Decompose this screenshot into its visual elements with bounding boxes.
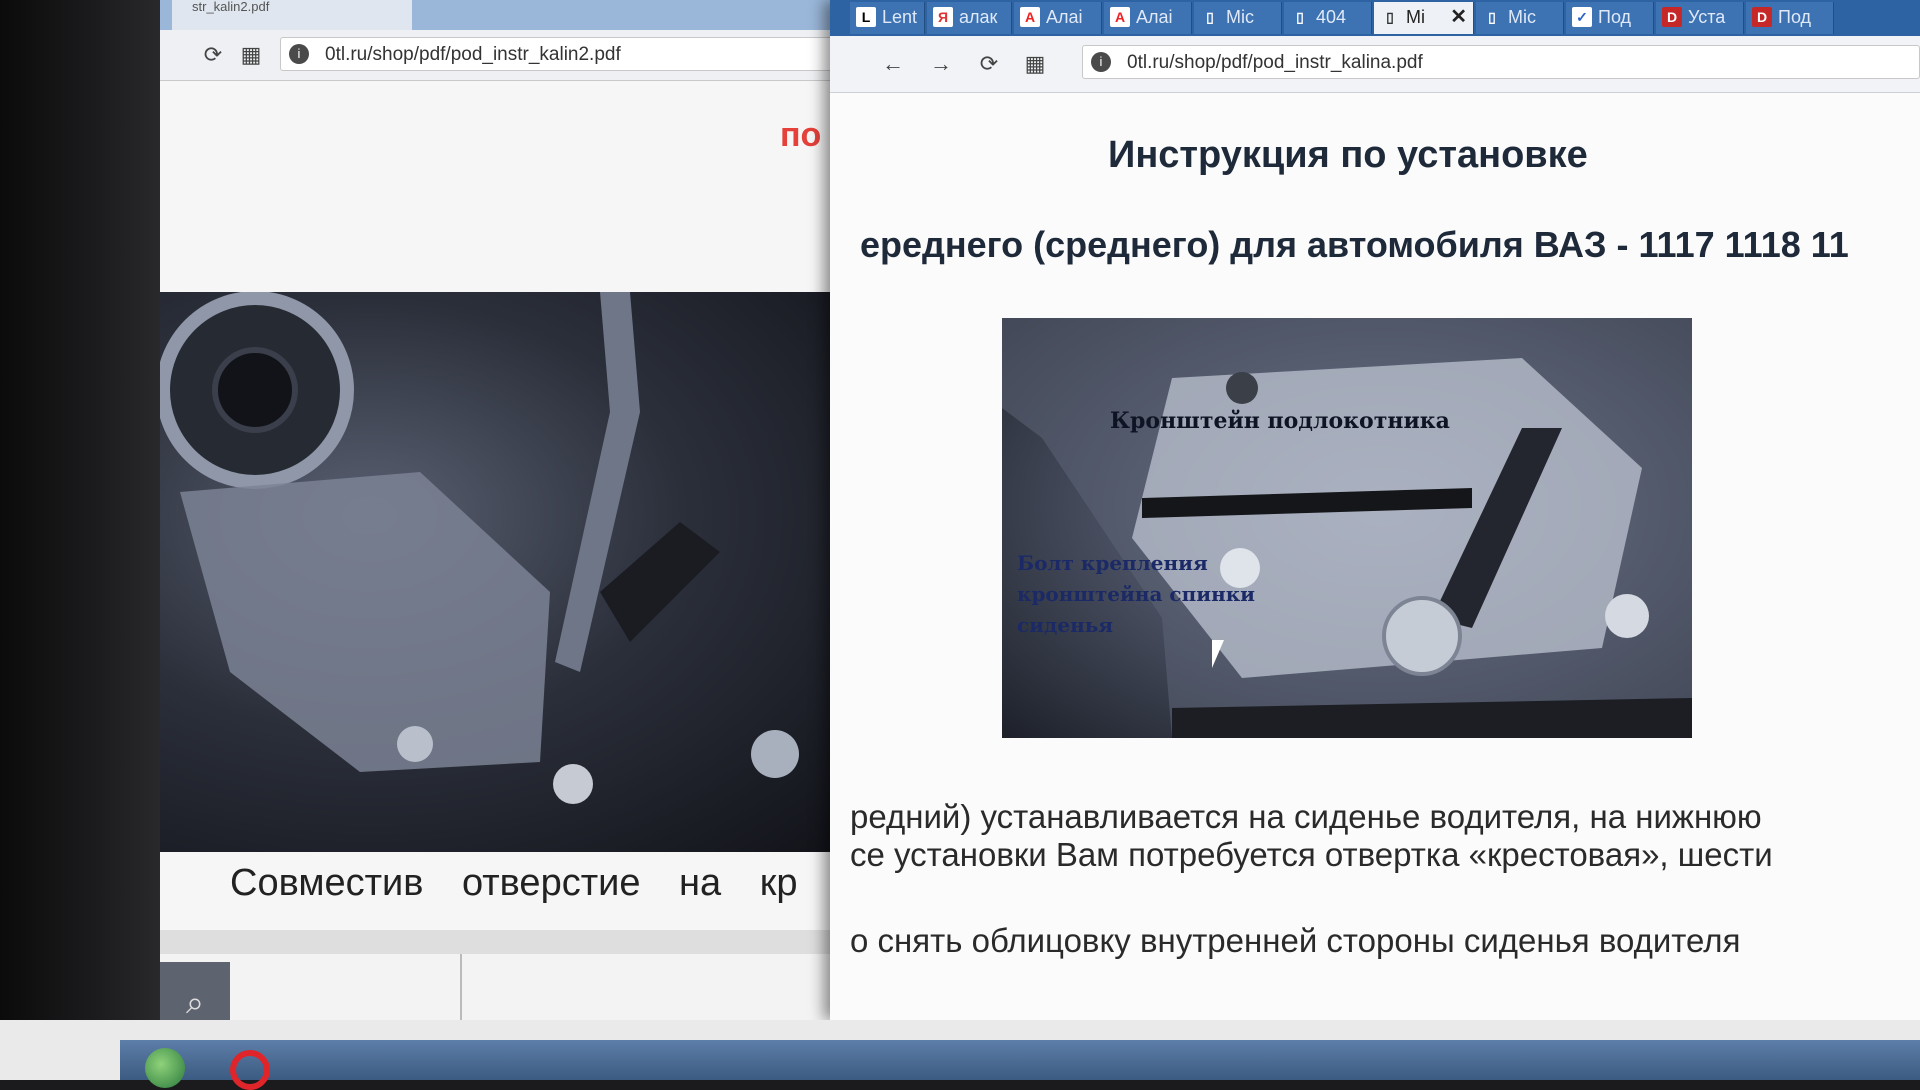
tab-1[interactable]: L Lent (850, 2, 925, 34)
tab-4[interactable]: A Алаі (1104, 2, 1192, 34)
tab-label: Lent (882, 7, 918, 27)
document-icon: ▯ (1296, 9, 1304, 25)
document-icon: ▯ (1488, 9, 1496, 25)
tab-label: Под (1778, 7, 1812, 27)
tab-9[interactable]: ✓ Под (1566, 2, 1654, 34)
tab-label: 404 (1316, 7, 1347, 27)
armrest-bracket-photo: Кронштейн подлокотника Болт крепления кр… (1002, 318, 1692, 738)
tab-favicon: D (1662, 7, 1682, 27)
document-icon: ▯ (1386, 9, 1394, 25)
tab-favicon: Я (933, 7, 953, 27)
tab-5[interactable]: ▯ Mic (1194, 2, 1282, 34)
apps-grid-icon[interactable]: ▦ (1022, 51, 1048, 77)
tab-favicon: A (1110, 7, 1130, 27)
document-icon: ▯ (1206, 9, 1214, 25)
tab-favicon: A (1020, 7, 1040, 27)
paragraph-line-2: се установки Вам потребуется отвертка «к… (850, 836, 1773, 873)
front-browser-window: L Lent Яалак A Алаі A Алаі ▯ Mic ▯ 404 ▯ Mi ✕ ▯… (830, 0, 1920, 1020)
photo-label-bolt: Болт крепления кронштейна спинки сиденья (1017, 551, 1255, 637)
page-title: Инструкция по установке (1108, 134, 1588, 176)
back-url-text: 0tl.ru/shop/pdf/pod_instr_kalin2.pdf (325, 44, 621, 65)
tab-2[interactable]: Яалак (927, 2, 1012, 34)
tab-11[interactable]: D Под (1746, 2, 1834, 34)
front-tabstrip: L Lent Яалак A Алаі A Алаі ▯ Mic ▯ 404 ▯ Mi ✕ ▯… (830, 0, 1920, 36)
close-tab-icon[interactable]: ✕ (1450, 2, 1467, 32)
tab-label: алак (959, 7, 998, 27)
front-url-text: 0tl.ru/shop/pdf/pod_instr_kalina.pdf (1127, 52, 1423, 73)
back-tabstrip: str_kalin2.pdf (160, 0, 860, 30)
tab-label: Mi (1406, 7, 1425, 27)
tab-favicon: L (856, 7, 876, 27)
start-button-icon[interactable] (145, 1048, 185, 1088)
tab-3[interactable]: A Алаі (1014, 2, 1102, 34)
back-arrow-icon[interactable]: ← (880, 51, 906, 77)
opera-browser-icon[interactable] (230, 1050, 270, 1090)
forward-arrow-icon[interactable]: → (928, 51, 954, 77)
paragraph-line-3: о снять облицовку внутренней стороны сид… (850, 922, 1741, 959)
tab-label: Mic (1226, 7, 1254, 27)
taskbar (120, 1040, 1920, 1080)
tab-8[interactable]: ▯ Mic (1476, 2, 1564, 34)
back-browser-window: str_kalin2.pdf ⟳ ▦ i 0tl.ru/shop/pdf/pod… (160, 0, 860, 1080)
back-tab-label: str_kalin2.pdf (192, 0, 270, 14)
paragraph-line-1: редний) устанавливается на сиденье водит… (850, 798, 1762, 835)
back-horizontal-scrollbar[interactable] (160, 930, 860, 954)
monitor-bezel (0, 0, 165, 1080)
back-address-bar[interactable]: i 0tl.ru/shop/pdf/pod_instr_kalin2.pdf (280, 37, 860, 71)
back-toolbar: ⟳ ▦ i 0tl.ru/shop/pdf/pod_instr_kalin2.p… (160, 30, 860, 81)
front-toolbar: ← → ⟳ ▦ i 0tl.ru/shop/pdf/pod_instr_kali… (830, 36, 1920, 93)
tab-label: Под (1598, 7, 1632, 27)
tab-favicon: D (1752, 7, 1772, 27)
tab-favicon: ✓ (1572, 7, 1592, 27)
site-info-icon[interactable]: i (1091, 52, 1111, 72)
tab-7-active[interactable]: ▯ Mi ✕ (1374, 2, 1474, 34)
tab-6[interactable]: ▯ 404 (1284, 2, 1372, 34)
reload-icon[interactable]: ⟳ (200, 42, 226, 68)
front-address-bar[interactable]: i 0tl.ru/shop/pdf/pod_instr_kalina.pdf (1082, 45, 1920, 79)
tab-label: Mic (1508, 7, 1536, 27)
apps-grid-icon[interactable]: ▦ (238, 42, 264, 68)
site-info-icon[interactable]: i (289, 44, 309, 64)
mouse-cursor-icon (1212, 640, 1224, 668)
pdf-page: Инструкция по установке ереднего (средне… (830, 92, 1920, 1020)
back-caption: Совместив отверстие на кр (230, 862, 798, 904)
tab-10[interactable]: D Уста (1656, 2, 1744, 34)
tab-label: Алаі (1136, 7, 1173, 27)
tab-label: Уста (1688, 7, 1726, 27)
photo-label-bracket: Кронштейн подлокотника (1110, 408, 1450, 434)
page-subtitle: ереднего (среднего) для автомобиля ВАЗ -… (860, 224, 1849, 265)
tab-label: Алаі (1046, 7, 1083, 27)
reload-icon[interactable]: ⟳ (976, 51, 1002, 77)
back-seat-bracket-photo (160, 292, 860, 852)
back-tab[interactable]: str_kalin2.pdf (172, 0, 412, 30)
